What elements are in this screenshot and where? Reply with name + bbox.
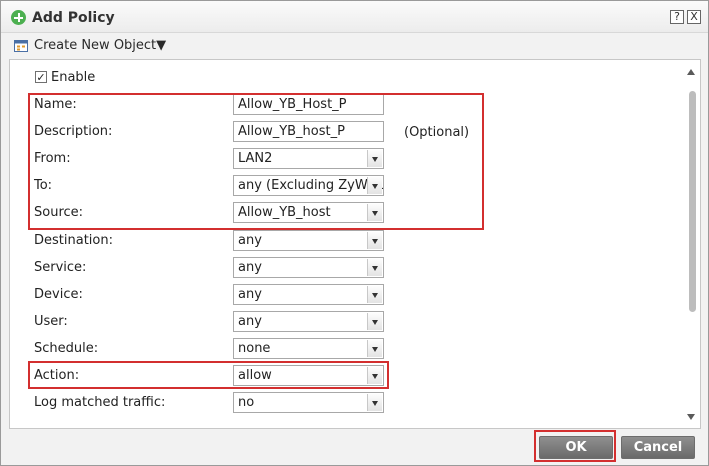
dialog-titlebar: Add Policy ? X <box>1 1 708 33</box>
to-select[interactable]: any (Excluding ZyWALL) <box>233 175 384 196</box>
add-policy-dialog: Add Policy ? X Create New Object▼ ✓ Enab… <box>0 0 709 466</box>
from-value: LAN2 <box>238 151 273 166</box>
to-label: To: <box>34 178 53 193</box>
log-matched-traffic-value: no <box>238 395 255 410</box>
ok-button[interactable]: OK <box>539 436 613 459</box>
chevron-down-icon[interactable] <box>367 150 382 167</box>
user-label: User: <box>34 314 68 329</box>
device-select[interactable]: any <box>233 284 384 305</box>
scroll-up-arrow-icon[interactable] <box>687 69 695 75</box>
add-icon <box>11 10 26 25</box>
enable-checkbox[interactable]: ✓ <box>35 71 47 83</box>
chevron-down-icon[interactable] <box>367 232 382 249</box>
destination-value: any <box>238 233 262 248</box>
to-value: any (Excluding ZyWALL) <box>238 178 384 193</box>
schedule-value: none <box>238 341 271 356</box>
scroll-down-arrow-icon[interactable] <box>687 414 695 420</box>
create-new-object-menu[interactable]: Create New Object▼ <box>34 38 166 53</box>
dialog-title: Add Policy <box>32 10 115 26</box>
dialog-toolbar: Create New Object▼ <box>1 34 708 58</box>
source-select[interactable]: Allow_YB_host <box>233 202 384 223</box>
description-input[interactable]: Allow_YB_host_P <box>233 121 384 142</box>
close-button[interactable]: X <box>687 10 701 24</box>
destination-label: Destination: <box>34 233 113 248</box>
new-object-icon <box>14 40 28 52</box>
chevron-down-icon[interactable] <box>367 259 382 276</box>
user-select[interactable]: any <box>233 311 384 332</box>
user-value: any <box>238 314 262 329</box>
schedule-select[interactable]: none <box>233 338 384 359</box>
chevron-down-icon[interactable] <box>367 177 382 194</box>
log-matched-traffic-select[interactable]: no <box>233 392 384 413</box>
action-select[interactable]: allow <box>233 365 384 386</box>
service-select[interactable]: any <box>233 257 384 278</box>
source-label: Source: <box>34 205 84 220</box>
source-value: Allow_YB_host <box>238 205 331 220</box>
chevron-down-icon[interactable] <box>367 367 382 384</box>
destination-select[interactable]: any <box>233 230 384 251</box>
help-button[interactable]: ? <box>670 10 684 24</box>
enable-label: Enable <box>51 70 96 85</box>
schedule-label: Schedule: <box>34 341 99 356</box>
cancel-button[interactable]: Cancel <box>621 436 695 459</box>
scrollbar-thumb[interactable] <box>689 91 696 312</box>
description-label: Description: <box>34 124 113 139</box>
service-label: Service: <box>34 260 87 275</box>
name-input[interactable]: Allow_YB_Host_P <box>233 94 384 115</box>
chevron-down-icon[interactable] <box>367 204 382 221</box>
name-label: Name: <box>34 97 77 112</box>
action-value: allow <box>238 368 272 383</box>
chevron-down-icon[interactable] <box>367 313 382 330</box>
from-select[interactable]: LAN2 <box>233 148 384 169</box>
chevron-down-icon[interactable] <box>367 394 382 411</box>
log-matched-traffic-label: Log matched traffic: <box>34 395 166 410</box>
chevron-down-icon[interactable] <box>367 286 382 303</box>
from-label: From: <box>34 151 71 166</box>
service-value: any <box>238 260 262 275</box>
action-label: Action: <box>34 368 80 383</box>
device-value: any <box>238 287 262 302</box>
chevron-down-icon[interactable] <box>367 340 382 357</box>
optional-hint: (Optional) <box>404 125 470 140</box>
device-label: Device: <box>34 287 83 302</box>
